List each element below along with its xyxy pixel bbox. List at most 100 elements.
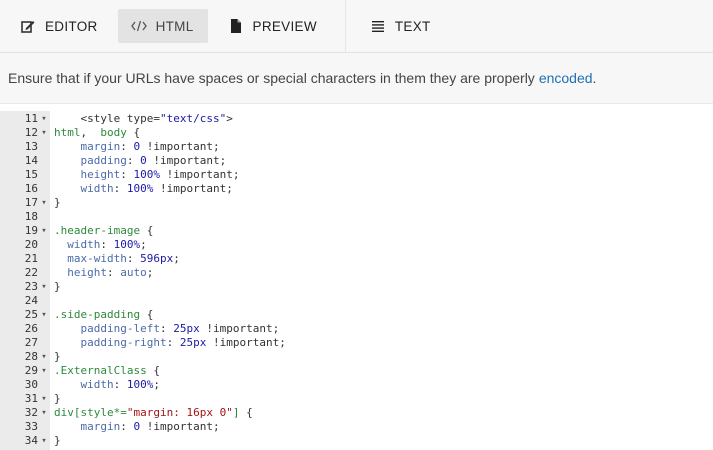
line-number: 22: [24, 266, 38, 279]
code-line[interactable]: 34 ▾}: [0, 434, 713, 448]
code-editor[interactable]: 11 ▾ <style type="text/css"> 12 ▾ html, body…: [0, 111, 713, 450]
code-line[interactable]: 25 ▾ .side-padding {: [0, 308, 713, 322]
fold-toggle-icon[interactable]: ▾: [38, 308, 50, 322]
code-line[interactable]: 30 width: 100%;: [0, 378, 713, 392]
code-line[interactable]: 13 margin: 0 !important;: [0, 140, 713, 154]
line-code: div[style*="margin: 16px 0"] {: [50, 406, 253, 420]
code-token: 100%: [126, 182, 154, 195]
code-line[interactable]: 14 padding: 0 !important;: [0, 154, 713, 168]
fold-toggle-icon[interactable]: ▾: [38, 350, 50, 364]
code-token: ;: [173, 252, 180, 265]
tab-text[interactable]: TEXT: [356, 9, 445, 43]
line-code: height: auto;: [50, 266, 153, 280]
fold-toggle-icon[interactable]: ▾: [38, 434, 50, 448]
code-token: :: [166, 336, 180, 349]
code-token: <style: [80, 112, 127, 125]
code-lines: 11 ▾ <style type="text/css"> 12 ▾ html, body…: [0, 112, 713, 448]
url-encoding-notice: Ensure that if your URLs have spaces or …: [0, 53, 713, 104]
fold-toggle-icon[interactable]: ▾: [38, 224, 50, 238]
line-number: 14: [24, 154, 38, 167]
encoded-link[interactable]: encoded: [539, 70, 593, 86]
code-token: ;: [153, 378, 160, 391]
code-token: padding-right: [80, 336, 167, 349]
code-token: .header-image: [54, 224, 141, 237]
code-token: max-width: [67, 252, 127, 265]
fold-toggle-icon[interactable]: ▾: [38, 280, 50, 294]
code-token: 100%: [113, 238, 141, 251]
line-code: padding-right: 25px !important;: [50, 336, 286, 350]
line-number: 11: [24, 112, 38, 125]
code-token: !important;: [153, 182, 233, 195]
line-code: }: [50, 434, 61, 448]
code-line[interactable]: 12 ▾ html, body {: [0, 126, 713, 140]
fold-toggle-icon[interactable]: ▾: [38, 126, 50, 140]
code-token: margin: [80, 420, 121, 433]
line-code: margin: 0 !important;: [50, 140, 220, 154]
tab-preview[interactable]: PREVIEW: [214, 9, 331, 43]
code-line[interactable]: 27 padding-right: 25px !important;: [0, 336, 713, 350]
file-icon: [228, 18, 244, 34]
line-number: 19: [24, 224, 38, 237]
code-token: padding: [80, 154, 127, 167]
fold-toggle-icon[interactable]: ▾: [38, 406, 50, 420]
code-line[interactable]: 24: [0, 294, 713, 308]
fold-toggle-icon[interactable]: ▾: [38, 112, 50, 126]
code-line[interactable]: 23 ▾}: [0, 280, 713, 294]
tab-editor-label: EDITOR: [45, 18, 98, 34]
code-line[interactable]: 11 ▾ <style type="text/css">: [0, 112, 713, 126]
tab-html[interactable]: HTML: [117, 9, 208, 43]
code-line[interactable]: 21 max-width: 596px;: [0, 252, 713, 266]
line-number: 21: [24, 252, 38, 265]
code-line[interactable]: 17 ▾}: [0, 196, 713, 210]
tab-html-label: HTML: [155, 18, 194, 34]
code-line[interactable]: 20 width: 100%;: [0, 238, 713, 252]
code-line[interactable]: 31 ▾}: [0, 392, 713, 406]
code-token: 100%: [133, 168, 161, 181]
code-token: width: [80, 182, 114, 195]
code-line[interactable]: 19 ▾ .header-image {: [0, 224, 713, 238]
code-line[interactable]: 15 height: 100% !important;: [0, 168, 713, 182]
code-line[interactable]: 18: [0, 210, 713, 224]
code-token: :: [126, 154, 141, 167]
line-number: 16: [24, 182, 38, 195]
line-number: 31: [24, 392, 38, 405]
code-token: div[style*=: [54, 406, 127, 419]
code-line[interactable]: 28 ▾}: [0, 350, 713, 364]
line-number: 26: [24, 322, 38, 335]
code-token: html: [54, 126, 81, 139]
code-token: "margin: 16px 0": [126, 406, 233, 419]
code-token: 25px: [173, 322, 200, 335]
line-code: .header-image {: [50, 224, 153, 238]
fold-toggle-icon[interactable]: ▾: [38, 392, 50, 406]
code-token: ,: [80, 126, 101, 139]
code-line[interactable]: 22 height: auto;: [0, 266, 713, 280]
code-line[interactable]: 32 ▾ div[style*="margin: 16px 0"] {: [0, 406, 713, 420]
code-line[interactable]: 26 padding-left: 25px !important;: [0, 322, 713, 336]
line-code: max-width: 596px;: [50, 252, 180, 266]
code-token: {: [239, 406, 253, 419]
code-line[interactable]: 33 margin: 0 !important;: [0, 420, 713, 434]
code-token: :: [100, 238, 114, 251]
code-token: !important;: [140, 140, 220, 153]
line-number: 33: [24, 420, 38, 433]
fold-toggle-icon[interactable]: ▾: [38, 196, 50, 210]
tab-editor[interactable]: EDITOR: [6, 9, 112, 43]
code-line[interactable]: 16 width: 100% !important;: [0, 182, 713, 196]
code-token: :: [113, 378, 127, 391]
fold-toggle-icon[interactable]: ▾: [38, 364, 50, 378]
code-token: ;: [146, 266, 154, 279]
text-align-icon: [370, 18, 386, 34]
line-code: }: [50, 196, 61, 210]
code-line[interactable]: 29 ▾ .ExternalClass {: [0, 364, 713, 378]
